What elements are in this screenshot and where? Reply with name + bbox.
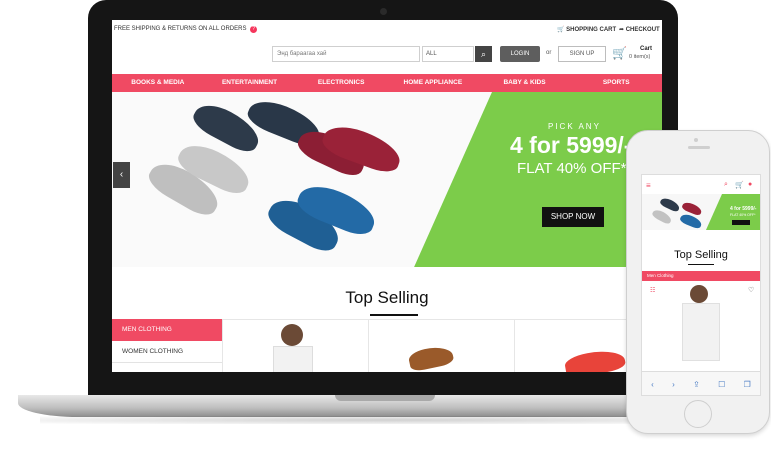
hero-banner[interactable]: ‹ PICK ANY 4 for 5999/- FLAT 40% OFF* SH… — [112, 92, 662, 267]
bookmarks-icon[interactable]: ☐ — [718, 380, 725, 389]
laptop-notch — [335, 395, 435, 401]
phone-promo-flat: FLAT 40% OFF* — [730, 213, 756, 217]
promo-flat-discount: FLAT 40% OFF* — [517, 160, 627, 177]
info-badge[interactable]: ? — [250, 26, 258, 33]
category-men-clothing[interactable]: MEN CLOTHING — [112, 319, 222, 341]
phone-title-underline — [688, 264, 714, 265]
product-image-man — [281, 324, 303, 346]
nav-item-baby-kids[interactable]: BABY & KIDS — [479, 74, 571, 92]
phone-screen: ≡ ⌕ 🛒 ● 4 for 5999/- FLAT 40% OFF* Top S… — [641, 174, 761, 396]
promo-deal: 4 for 5999/- — [510, 132, 632, 158]
search-input[interactable]: Энд бараагаа хай — [272, 46, 420, 62]
carousel-prev-button[interactable]: ‹ — [113, 162, 130, 188]
product-image-shirt — [273, 346, 313, 372]
shipping-notice: FREE SHIPPING & RETURNS ON ALL ORDERS ? — [114, 26, 258, 33]
tabs-icon[interactable]: ❐ — [744, 380, 751, 389]
title-underline — [370, 314, 418, 316]
login-button[interactable]: LOGIN — [500, 46, 540, 62]
product-card-shirt[interactable] — [222, 320, 369, 372]
product-grid — [222, 319, 662, 372]
checkout-label: CHECKOUT — [625, 27, 660, 33]
phone-camera — [694, 138, 698, 142]
search-row: Энд бараагаа хай ALL ⌕ LOGIN or SIGN UP … — [112, 44, 662, 66]
phone-banner[interactable]: 4 for 5999/- FLAT 40% OFF* — [642, 194, 760, 230]
home-button[interactable] — [684, 400, 712, 428]
nav-item-books-media[interactable]: BOOKS & MEDIA — [112, 74, 204, 92]
nav-item-entertainment[interactable]: ENTERTAINMENT — [204, 74, 296, 92]
promo-panel — [414, 92, 662, 267]
product-image-brown-shoe — [407, 343, 455, 372]
phone-user-icon[interactable]: ● — [748, 181, 752, 188]
signup-button[interactable]: SIGN UP — [558, 46, 606, 62]
shopping-cart-label: SHOPPING CART — [566, 27, 617, 33]
main-nav: BOOKS & MEDIA ENTERTAINMENT ELECTRONICS … — [112, 74, 662, 92]
search-button[interactable]: ⌕ — [475, 46, 492, 62]
camera-icon — [380, 8, 387, 15]
product-card-shoes[interactable] — [368, 320, 515, 372]
phone-shop-now-button[interactable] — [732, 220, 750, 225]
top-selling-title: Top Selling — [345, 288, 429, 307]
share-icon[interactable]: ⇪ — [693, 380, 700, 389]
phone-shoe-1 — [659, 196, 681, 213]
phone-tab-men-clothing[interactable]: Men Clothing — [642, 271, 760, 281]
top-bar: FREE SHIPPING & RETURNS ON ALL ORDERS ? … — [112, 20, 662, 39]
nav-item-home-appliance[interactable]: HOME APPLIANCE — [387, 74, 479, 92]
phone-shoe-3 — [651, 207, 673, 226]
phone-browser-toolbar: ‹ › ⇪ ☐ ❐ — [642, 371, 760, 395]
phone-speaker — [688, 146, 710, 149]
cart-label[interactable]: Cart — [640, 46, 652, 52]
forward-icon[interactable]: › — [672, 380, 675, 389]
filter-icon[interactable]: ☷ — [650, 287, 655, 294]
search-icon: ⌕ — [480, 49, 487, 59]
cart-small-icon: 🛒 — [557, 27, 565, 33]
back-icon[interactable]: ‹ — [651, 380, 654, 389]
checkout-link[interactable]: ➦ CHECKOUT — [619, 26, 660, 33]
or-text: or — [546, 50, 552, 56]
phone-product-shirt — [682, 303, 720, 361]
phone-product-man — [690, 285, 708, 303]
phone-top-selling-title: Top Selling — [674, 249, 728, 261]
cart-count: 0 item(s) — [629, 54, 651, 60]
cart-icon[interactable]: 🛒 — [612, 46, 627, 60]
shipping-text: FREE SHIPPING & RETURNS ON ALL ORDERS — [114, 26, 247, 32]
heart-icon[interactable]: ♡ — [748, 286, 754, 294]
nav-item-electronics[interactable]: ELECTRONICS — [295, 74, 387, 92]
phone-cart-icon[interactable]: 🛒 — [735, 181, 744, 189]
phone-search-icon[interactable]: ⌕ — [724, 181, 728, 189]
promo-pick-any: PICK ANY — [548, 122, 601, 131]
phone-promo-deal: 4 for 5999/- — [730, 206, 757, 212]
product-image-red-sneaker — [563, 346, 627, 372]
share-arrow-icon: ➦ — [619, 27, 625, 33]
laptop-screen: FREE SHIPPING & RETURNS ON ALL ORDERS ? … — [112, 20, 662, 372]
shop-now-button[interactable]: SHOP NOW — [542, 207, 604, 227]
nav-item-sports[interactable]: SPORTS — [570, 74, 662, 92]
shopping-cart-link[interactable]: 🛒 SHOPPING CART — [557, 26, 616, 33]
menu-icon[interactable]: ≡ — [646, 181, 651, 190]
category-select[interactable]: ALL — [422, 46, 474, 62]
category-women-clothing[interactable]: WOMEN CLOTHING — [112, 341, 222, 363]
